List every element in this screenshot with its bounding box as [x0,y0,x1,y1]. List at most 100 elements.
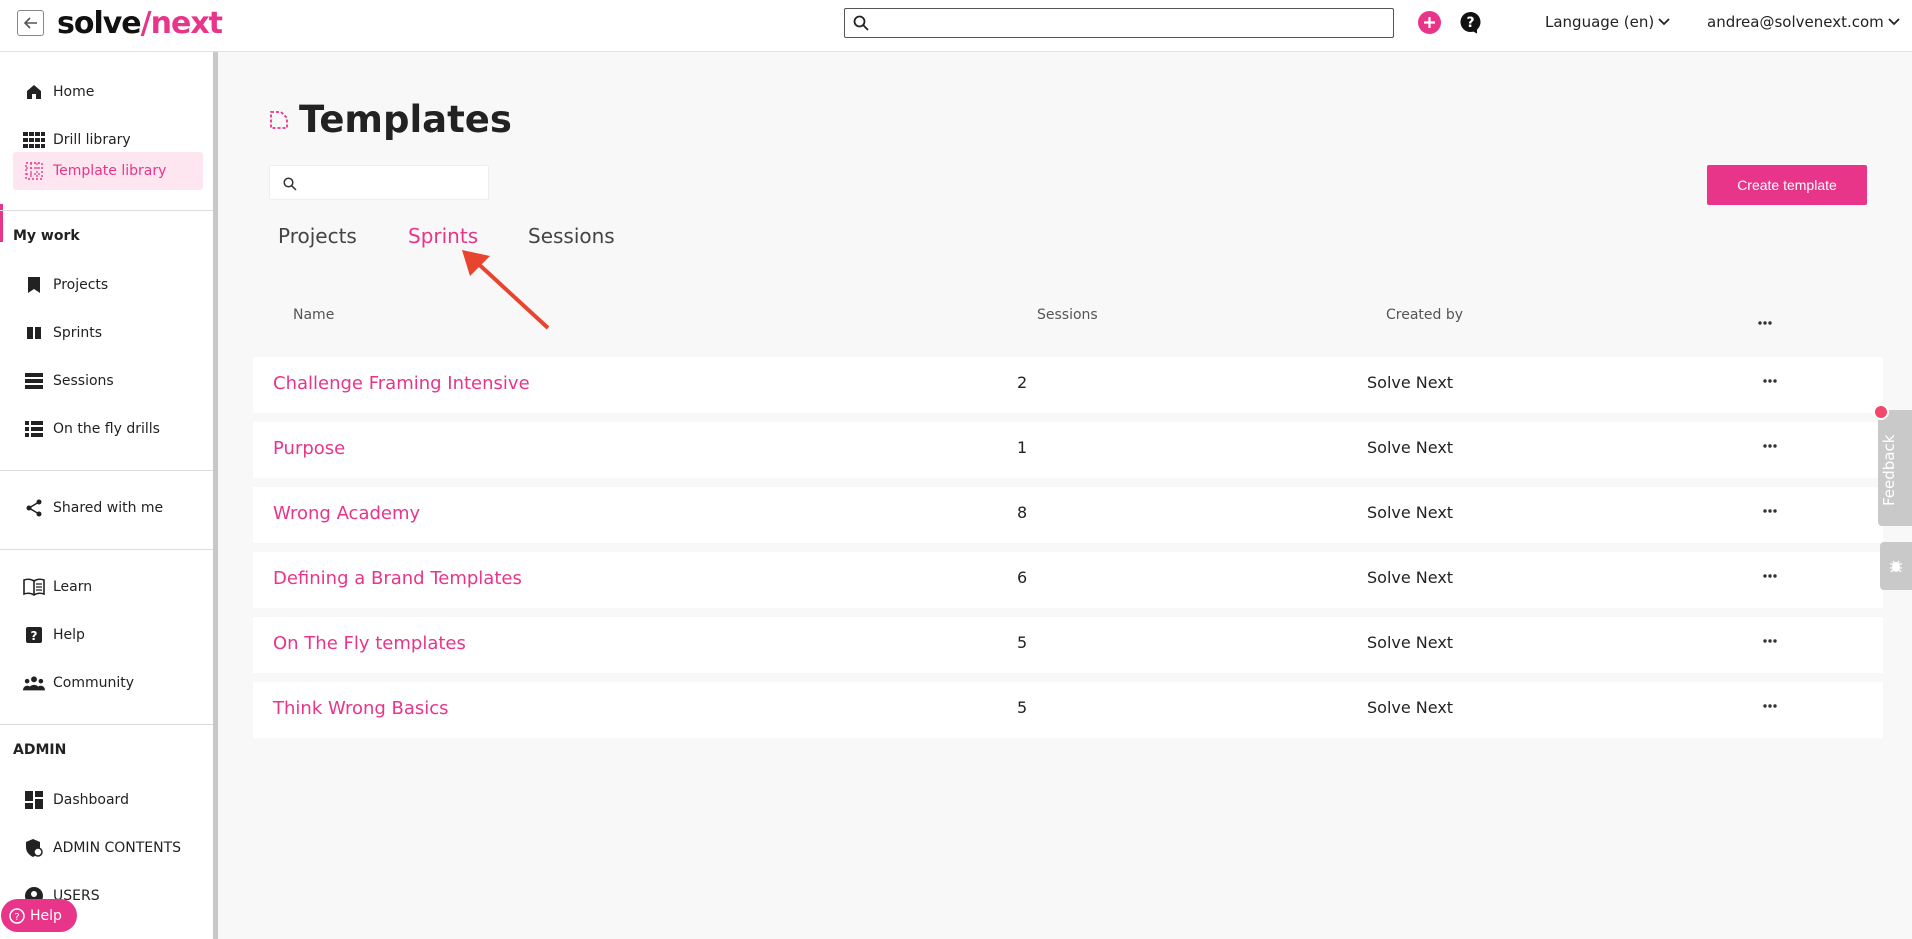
sidebar-item-learn[interactable]: Learn [13,568,203,606]
user-email: andrea@solvenext.com [1707,13,1884,31]
tab-sessions[interactable]: Sessions [528,224,615,248]
template-search[interactable] [269,165,489,200]
session-count: 5 [1017,698,1028,717]
template-name-link[interactable]: Think Wrong Basics [273,698,449,719]
bug-icon [1890,560,1902,573]
column-header-created-by[interactable]: Created by [1386,307,1463,323]
template-name-link[interactable]: Challenge Framing Intensive [273,373,530,394]
sidebar-item-label: ADMIN CONTENTS [53,840,182,856]
more-icon[interactable] [1763,704,1777,708]
sidebar-item-label: Projects [53,277,109,293]
sidebar-item-admin-contents[interactable]: ADMIN CONTENTS [13,829,203,867]
sidebar-item-sessions[interactable]: Sessions [13,362,203,400]
sidebar-item-sprints[interactable]: Sprints [13,314,203,352]
sidebar-item-label: Community [53,675,135,691]
help-button[interactable]: ? [1459,11,1482,34]
language-selector[interactable]: Language (en) [1545,13,1670,31]
back-button[interactable] [17,10,44,36]
search-icon [283,177,297,191]
search-icon [853,15,869,31]
created-by: Solve Next [1367,568,1454,587]
created-by: Solve Next [1367,633,1454,652]
table-row[interactable]: Defining a Brand Templates 6 Solve Next [253,552,1883,608]
question-icon: ? [23,624,45,646]
session-count: 8 [1017,503,1028,522]
stack-icon [23,370,45,392]
feedback-tab[interactable]: Feedback [1878,410,1912,526]
session-count: 6 [1017,568,1028,587]
created-by: Solve Next [1367,438,1454,457]
sidebar-item-template-library[interactable]: Template library [13,152,203,190]
global-search[interactable] [844,8,1394,38]
bug-report-tab[interactable] [1880,542,1912,590]
arrow-left-icon [23,17,37,29]
sidebar-divider [0,549,213,550]
template-name-link[interactable]: Purpose [273,438,345,459]
dashboard-icon [23,789,45,811]
share-icon [23,497,45,519]
logo-slash: / [140,6,152,41]
sidebar-divider [0,210,213,211]
column-header-name[interactable]: Name [293,307,334,323]
more-icon[interactable] [1763,444,1777,448]
sidebar-item-label: Sprints [53,325,103,341]
more-icon[interactable] [1763,574,1777,578]
sidebar-divider [0,724,213,725]
create-template-button[interactable]: Create template [1707,165,1867,205]
add-button[interactable] [1418,11,1441,34]
template-icon [270,110,288,129]
column-header-sessions[interactable]: Sessions [1037,307,1098,323]
logo-text-next: next [150,6,223,41]
table-row[interactable]: Wrong Academy 8 Solve Next [253,487,1883,543]
template-name-link[interactable]: On The Fly templates [273,633,466,654]
app-logo[interactable]: solve/next [57,6,223,41]
table-row[interactable]: Purpose 1 Solve Next [253,422,1883,478]
grid-icon [23,129,45,151]
shield-icon [23,837,45,859]
bookmark-icon [23,274,45,296]
sidebar-item-label: Drill library [53,132,131,148]
chevron-down-icon [1658,18,1670,26]
more-icon[interactable] [1763,509,1777,513]
people-icon [23,672,45,694]
question-circle-icon: ? [9,907,25,924]
table-row[interactable]: Challenge Framing Intensive 2 Solve Next [253,357,1883,413]
svg-text:?: ? [1466,15,1474,31]
sidebar-item-label: Dashboard [53,792,129,808]
sidebar-divider [0,470,213,471]
annotation-arrow [462,250,550,330]
sidebar-item-projects[interactable]: Projects [13,266,203,304]
help-widget-button[interactable]: ? Help [1,899,77,932]
tab-sprints[interactable]: Sprints [408,224,478,248]
created-by: Solve Next [1367,503,1454,522]
sidebar-item-dashboard[interactable]: Dashboard [13,781,203,819]
template-name-link[interactable]: Defining a Brand Templates [273,568,522,589]
template-name-link[interactable]: Wrong Academy [273,503,420,524]
sidebar-item-label: Help [53,627,85,643]
table-row[interactable]: On The Fly templates 5 Solve Next [253,617,1883,673]
created-by: Solve Next [1367,373,1454,392]
sidebar-item-label: Home [53,84,95,100]
global-search-input[interactable] [877,9,1387,37]
table-row[interactable]: Think Wrong Basics 5 Solve Next [253,682,1883,738]
sidebar-item-help[interactable]: ? Help [13,616,203,654]
sidebar-item-community[interactable]: Community [13,664,203,702]
sidebar-item-on-the-fly-drills[interactable]: On the fly drills [13,410,203,448]
plus-icon [1424,17,1435,28]
tab-projects[interactable]: Projects [278,224,357,248]
sidebar-item-label: Learn [53,579,93,595]
user-menu[interactable]: andrea@solvenext.com [1707,13,1900,31]
sidebar-item-home[interactable]: Home [13,73,203,111]
sidebar-item-label: Shared with me [53,500,164,516]
template-search-input[interactable] [306,166,484,199]
sidebar-scrollbar[interactable] [213,52,218,939]
columns-icon [23,322,45,344]
more-icon[interactable] [1763,639,1777,643]
sidebar-item-label: On the fly drills [53,421,160,437]
sidebar-item-shared-with-me[interactable]: Shared with me [13,489,203,527]
more-icon[interactable] [1763,379,1777,383]
sidebar-item-label: Sessions [53,373,114,389]
created-by: Solve Next [1367,698,1454,717]
page-header: Templates [269,98,512,141]
more-icon[interactable] [1758,321,1772,325]
